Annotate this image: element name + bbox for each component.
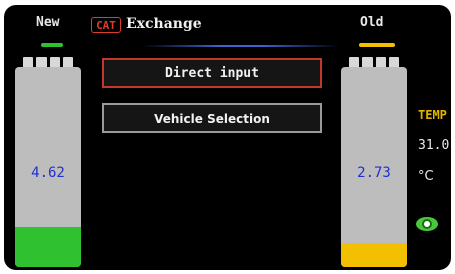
new-battery-cap	[23, 57, 73, 67]
eye-icon[interactable]	[416, 217, 438, 231]
new-battery-level	[15, 227, 81, 267]
old-battery-value: 2.73	[357, 165, 391, 181]
screen: New CAT Exchange Old 4.62 2.73 Direct in…	[4, 5, 451, 270]
new-battery-body: 4.62	[15, 67, 81, 267]
new-battery: 4.62	[15, 57, 81, 267]
temp-unit: °C	[418, 169, 434, 184]
direct-input-button[interactable]: Direct input	[102, 58, 322, 88]
old-label: Old	[360, 15, 384, 30]
vehicle-selection-button[interactable]: Vehicle Selection	[102, 103, 322, 133]
old-battery-body: 2.73	[341, 67, 407, 267]
new-indicator-bar	[41, 43, 63, 47]
new-label: New	[36, 15, 60, 30]
old-battery-cap	[349, 57, 399, 67]
new-battery-value: 4.62	[31, 165, 65, 181]
old-battery-level	[341, 243, 407, 267]
temp-label: TEMP	[418, 108, 447, 122]
eye-pupil	[422, 219, 432, 229]
page-title: Exchange	[126, 16, 202, 32]
title-divider	[142, 45, 340, 47]
old-battery: 2.73	[341, 57, 407, 267]
old-indicator-bar	[359, 43, 395, 47]
temp-value: 31.0	[418, 138, 450, 153]
cat-badge: CAT	[91, 17, 121, 33]
